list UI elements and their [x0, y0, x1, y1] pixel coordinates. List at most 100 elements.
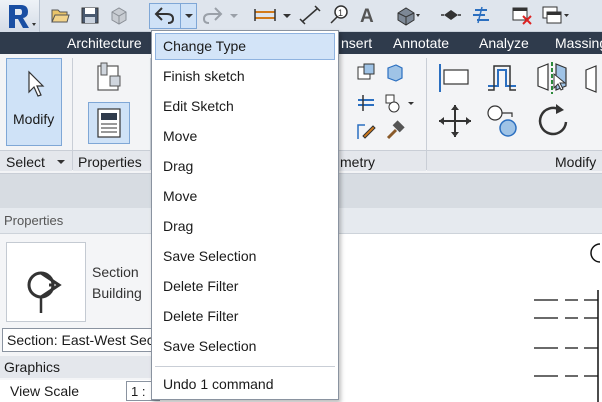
tag-icon: 1: [330, 5, 348, 24]
save-icon: [81, 7, 99, 24]
menu-item-label: Drag: [163, 218, 194, 234]
rotate-icon[interactable]: [534, 102, 572, 140]
undo-arrow-icon: [154, 7, 175, 24]
undo-menu-item[interactable]: Drag: [155, 213, 335, 240]
join-geometry-icon[interactable]: [384, 62, 406, 84]
redo-arrow-icon: [202, 7, 223, 24]
tag-button[interactable]: 1: [328, 4, 350, 26]
aligned-dimension-icon: [299, 5, 321, 25]
undo-count-label: Undo 1 command: [163, 376, 274, 392]
properties-button[interactable]: [88, 102, 130, 144]
type-selector-dropdown[interactable]: Section: East-West Sec: [2, 328, 160, 352]
type-preview: [6, 242, 86, 322]
property-group-graphics[interactable]: Graphics: [0, 356, 160, 378]
panel-title-select: Select: [6, 154, 45, 170]
measure-icon: [254, 9, 276, 21]
undo-dropdown-arrow[interactable]: [184, 4, 194, 26]
menu-item-label: Edit Sketch: [163, 98, 234, 114]
revit-r-icon: [9, 5, 36, 28]
tab-insert[interactable]: nsert: [341, 35, 372, 51]
tab-architecture[interactable]: Architecture: [67, 35, 142, 51]
undo-menu-item[interactable]: Move: [155, 183, 335, 210]
type-family-name: Section: [92, 264, 139, 280]
menu-item-label: Save Selection: [163, 248, 257, 264]
sync-cube-icon: [111, 7, 127, 25]
split-face-icon[interactable]: [384, 92, 414, 114]
panel-title-modify: Modify: [555, 154, 597, 170]
chevron-down-icon: [57, 160, 65, 164]
aligned-dimension-button[interactable]: [298, 4, 322, 26]
cursor-arrow-icon: [28, 70, 45, 97]
modify-button-label: Modify: [13, 111, 55, 127]
undo-menu-item[interactable]: Edit Sketch: [155, 93, 335, 120]
paint-icon[interactable]: [355, 120, 377, 142]
svg-text:1: 1: [338, 8, 343, 18]
menu-item-label: Move: [163, 188, 198, 204]
close-hidden-windows-icon: [512, 7, 532, 25]
open-button[interactable]: [50, 4, 70, 26]
switch-windows-icon: [542, 6, 569, 24]
thin-lines-button[interactable]: [470, 4, 492, 26]
chevron-down-icon: [230, 14, 238, 18]
move-icon[interactable]: [436, 102, 474, 140]
undo-history-menu: Change Type Finish sketch Edit Sketch Mo…: [151, 30, 339, 400]
modify-panel-footer: Modify: [427, 150, 602, 171]
tab-analyze[interactable]: Analyze: [479, 35, 529, 51]
copy-icon[interactable]: [484, 102, 522, 140]
section-head-icon: [27, 271, 62, 313]
chevron-down-icon: [185, 14, 193, 18]
cut-geometry-icon[interactable]: [355, 62, 377, 84]
undo-split-divider: [180, 3, 181, 29]
redo-button[interactable]: [200, 4, 224, 26]
menu-item-label: Change Type: [163, 38, 247, 54]
property-group-label: Graphics: [4, 359, 61, 375]
undo-menu-item[interactable]: Move: [155, 123, 335, 150]
thin-lines-icon: [473, 6, 489, 24]
mirror-draw-axis-icon[interactable]: [582, 62, 602, 94]
property-row-view-scale: View Scale 1 :: [0, 380, 160, 402]
text-button[interactable]: A: [357, 4, 379, 26]
switch-windows-button[interactable]: [540, 4, 570, 26]
undo-menu-item[interactable]: Delete Filter: [155, 273, 335, 300]
text-icon: A: [360, 6, 374, 26]
offset-icon[interactable]: [484, 62, 520, 94]
menu-item-label: Finish sketch: [163, 68, 245, 84]
close-hidden-windows-button[interactable]: [510, 4, 534, 26]
application-menu-button[interactable]: [0, 0, 40, 34]
undo-menu-item[interactable]: Finish sketch: [155, 63, 335, 90]
undo-menu-item[interactable]: Drag: [155, 153, 335, 180]
tab-annotate[interactable]: Annotate: [393, 35, 449, 51]
wall-joins-icon[interactable]: [355, 92, 377, 114]
redo-dropdown-arrow[interactable]: [229, 4, 239, 26]
chevron-down-icon: [283, 14, 291, 18]
mirror-pick-axis-icon[interactable]: [534, 60, 570, 96]
properties-palette-title: Properties: [4, 213, 64, 228]
undo-menu-item[interactable]: Save Selection: [155, 333, 335, 360]
properties-icon: [97, 108, 121, 138]
select-panel-footer[interactable]: Select: [0, 150, 72, 171]
modify-button[interactable]: Modify: [6, 58, 62, 146]
panel-title-properties: Properties: [78, 154, 142, 170]
menu-divider: [155, 366, 335, 367]
default-3d-view-button[interactable]: [394, 4, 420, 26]
section-button[interactable]: [440, 4, 462, 26]
undo-menu-item[interactable]: Save Selection: [155, 243, 335, 270]
undo-arrow[interactable]: [153, 4, 177, 26]
measure-dropdown-arrow[interactable]: [282, 4, 292, 26]
menu-item-label: Delete Filter: [163, 278, 239, 294]
undo-menu-item[interactable]: Delete Filter: [155, 303, 335, 330]
sync-button[interactable]: [108, 4, 130, 26]
undo-menu-item[interactable]: Change Type: [155, 33, 335, 60]
properties-palette: Section Building Section: East-West Sec …: [0, 234, 160, 402]
menu-item-label: Drag: [163, 158, 194, 174]
align-icon[interactable]: [436, 62, 472, 94]
tab-massing[interactable]: Massing: [555, 35, 602, 51]
type-properties-icon[interactable]: [92, 60, 126, 94]
type-name: Building: [92, 285, 142, 301]
type-selector-value: Section: East-West Sec: [7, 332, 154, 348]
menu-item-label: Save Selection: [163, 338, 257, 354]
open-folder-icon: [51, 9, 70, 23]
demolish-icon[interactable]: [384, 120, 406, 142]
save-button[interactable]: [80, 4, 100, 26]
measure-button[interactable]: [252, 4, 278, 26]
